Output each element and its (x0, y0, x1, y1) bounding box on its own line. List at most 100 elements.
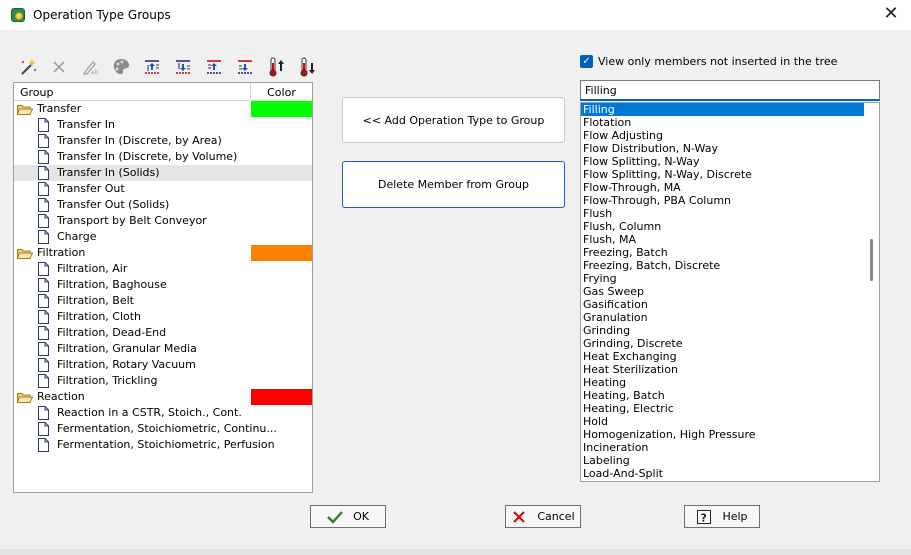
group-label: Transfer (37, 102, 82, 115)
help-button[interactable]: ? Help (684, 505, 760, 528)
move-up-alt-icon[interactable] (202, 56, 225, 78)
list-scrollbar[interactable] (863, 103, 879, 481)
tree-member-row[interactable]: Filtration, Trickling (14, 373, 312, 389)
list-item[interactable]: Flotation (581, 116, 864, 129)
document-icon (38, 294, 49, 308)
list-item[interactable]: Granulation (581, 311, 864, 324)
list-item[interactable]: Load-And-Split (581, 467, 864, 480)
view-filter-option[interactable]: ✓ View only members not inserted in the … (580, 55, 837, 68)
operation-type-list[interactable]: Filling Flotation Flow Adjusting Flow Distr… (580, 102, 880, 482)
move-down-alt-icon[interactable] (233, 56, 256, 78)
list-item[interactable]: Flow-Through, MA (581, 181, 864, 194)
ok-button[interactable]: OK (310, 505, 386, 528)
tree-member-row[interactable]: Charge (14, 229, 312, 245)
list-item[interactable]: Flow Splitting, N-Way, Discrete (581, 168, 864, 181)
list-item[interactable]: Freezing, Batch, Discrete (581, 259, 864, 272)
list-item[interactable]: Homogenization, High Pressure (581, 428, 864, 441)
folder-icon (16, 248, 34, 259)
column-header-color[interactable]: Color (251, 86, 312, 99)
folder-icon (16, 104, 34, 115)
tree-member-row[interactable]: Transfer In (Discrete, by Volume) (14, 149, 312, 165)
view-filter-checkbox[interactable]: ✓ (580, 55, 593, 68)
list-item[interactable]: Hold (581, 415, 864, 428)
document-icon (38, 214, 49, 228)
tree-member-row[interactable]: Fermentation, Stoichiometric, Perfusion (14, 437, 312, 453)
thermo-down-icon[interactable] (295, 56, 318, 78)
thermo-up-icon[interactable] (264, 56, 287, 78)
tree-member-row[interactable]: Filtration, Dead-End (14, 325, 312, 341)
list-item[interactable]: Heating (581, 376, 864, 389)
member-label: Filtration, Cloth (57, 310, 142, 323)
member-label: Filtration, Dead-End (57, 326, 167, 339)
member-label: Charge (57, 230, 97, 243)
list-item[interactable]: Heating, Electric (581, 402, 864, 415)
delete-member-button[interactable]: Delete Member from Group (342, 161, 565, 208)
tree-member-row[interactable]: Transport by Belt Conveyor (14, 213, 312, 229)
list-item[interactable]: Flow Adjusting (581, 129, 864, 142)
tree-member-row[interactable]: Reaction in a CSTR, Stoich., Cont. (14, 405, 312, 421)
list-item[interactable]: Flush, Column (581, 220, 864, 233)
list-item[interactable]: Flush, MA (581, 233, 864, 246)
list-item[interactable]: Frying (581, 272, 864, 285)
tree-member-row[interactable]: Transfer In (14, 117, 312, 133)
member-label: Filtration, Trickling (57, 374, 158, 387)
list-item[interactable]: Filling (581, 103, 864, 116)
close-icon[interactable]: ✕ (879, 3, 903, 27)
document-icon (38, 134, 49, 148)
member-label: Filtration, Belt (57, 294, 134, 307)
move-up-icon[interactable] (140, 56, 163, 78)
list-item[interactable]: Labeling (581, 454, 864, 467)
delete-x-icon[interactable] (47, 56, 70, 78)
add-to-group-button[interactable]: << Add Operation Type to Group (342, 97, 565, 143)
rename-pen-icon[interactable]: ab (78, 56, 101, 78)
list-item[interactable]: Heat Exchanging (581, 350, 864, 363)
scrollbar-thumb[interactable] (870, 239, 873, 281)
tree-member-row[interactable]: Filtration, Baghouse (14, 277, 312, 293)
list-item[interactable]: Grinding, Discrete (581, 337, 864, 350)
list-item[interactable]: Flow-Through, PBA Column (581, 194, 864, 207)
group-tree[interactable]: Group Color Transfer Transfer In Transfer … (13, 82, 313, 493)
group-color-swatch[interactable] (251, 101, 312, 117)
tree-member-row[interactable]: Fermentation, Stoichiometric, Continu... (14, 421, 312, 437)
document-icon (38, 182, 49, 196)
tree-member-row[interactable]: Filtration, Rotary Vacuum (14, 357, 312, 373)
list-item[interactable]: Gasification (581, 298, 864, 311)
tree-member-row[interactable]: Transfer In (Solids) (14, 165, 312, 181)
tree-member-row[interactable]: Transfer In (Discrete, by Area) (14, 133, 312, 149)
tree-member-row[interactable]: Transfer Out (Solids) (14, 197, 312, 213)
list-item[interactable]: Grinding (581, 324, 864, 337)
tree-member-row[interactable]: Transfer Out (14, 181, 312, 197)
palette-icon[interactable] (109, 56, 132, 78)
member-label: Filtration, Rotary Vacuum (57, 358, 196, 371)
group-color-swatch[interactable] (251, 389, 312, 405)
list-item[interactable]: Gas Sweep (581, 285, 864, 298)
cancel-label: Cancel (537, 510, 575, 523)
svg-text:ab: ab (91, 69, 99, 76)
help-icon: ? (696, 509, 712, 525)
tree-member-row[interactable]: Filtration, Belt (14, 293, 312, 309)
tree-member-row[interactable]: Filtration, Granular Media (14, 341, 312, 357)
member-label: Filtration, Baghouse (57, 278, 167, 291)
tree-group-row[interactable]: Reaction (14, 389, 312, 405)
list-item[interactable]: Freezing, Batch (581, 246, 864, 259)
list-item[interactable]: Heat Sterilization (581, 363, 864, 376)
help-label: Help (722, 510, 748, 523)
search-input[interactable] (580, 80, 880, 101)
cancel-button[interactable]: Cancel (505, 505, 581, 528)
move-down-icon[interactable] (171, 56, 194, 78)
member-label: Transfer Out (57, 182, 125, 195)
list-item[interactable]: Flush (581, 207, 864, 220)
list-item[interactable]: Incineration (581, 441, 864, 454)
column-header-group[interactable]: Group (20, 86, 54, 99)
list-item[interactable]: Flow Distribution, N-Way (581, 142, 864, 155)
group-color-swatch[interactable] (251, 245, 312, 261)
tree-member-row[interactable]: Filtration, Air (14, 261, 312, 277)
window-bottom-edge (0, 549, 911, 555)
list-item[interactable]: Flow Splitting, N-Way (581, 155, 864, 168)
tree-member-row[interactable]: Filtration, Cloth (14, 309, 312, 325)
tree-group-row[interactable]: Transfer (14, 101, 312, 117)
tree-group-row[interactable]: Filtration (14, 245, 312, 261)
cancel-x-icon (511, 509, 527, 525)
magic-wand-icon[interactable] (16, 56, 39, 78)
list-item[interactable]: Heating, Batch (581, 389, 864, 402)
